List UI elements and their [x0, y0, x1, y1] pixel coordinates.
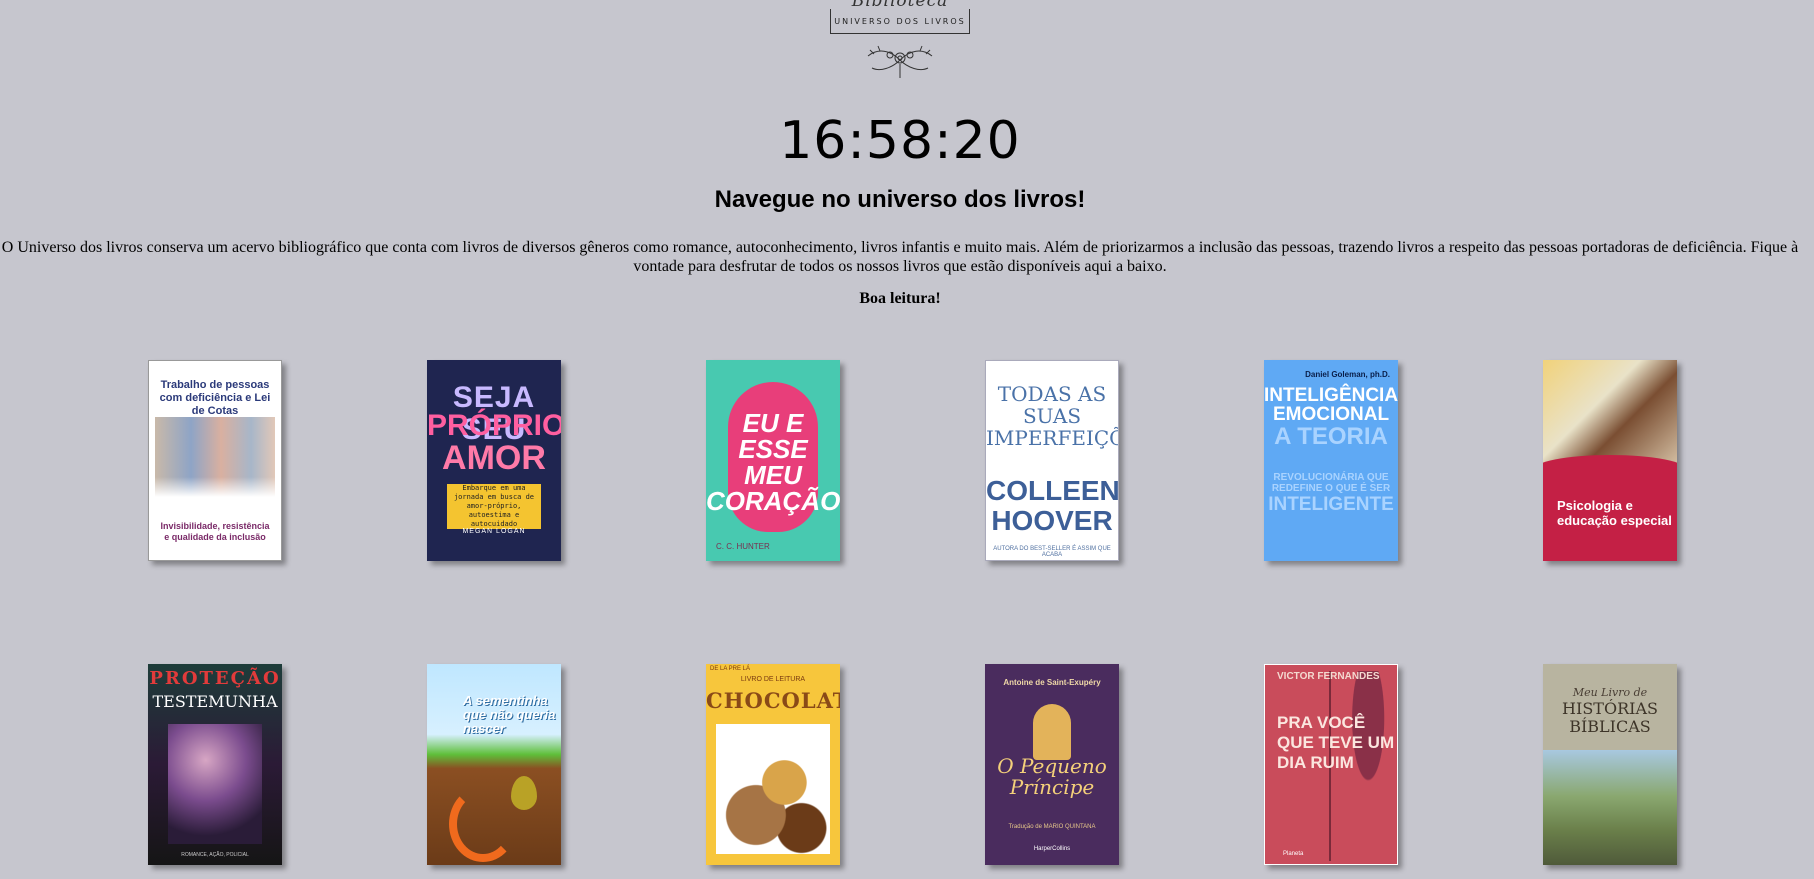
- book-cover-eu-e-esse-meu-coracao[interactable]: EU E ESSE MEU CORAÇÃO C. C. HUNTER: [706, 360, 840, 561]
- book-cover-inteligencia-emocional[interactable]: Daniel Goleman, ph.D. INTELIGÊNCIA EMOCI…: [1264, 360, 1398, 561]
- book-cover-pra-voce-que-teve-um-dia-ruim[interactable]: VICTOR FERNANDES PRA VOCÊ QUE TEVE UM DI…: [1264, 664, 1398, 865]
- book-title-a: PROTEÇÃO: [149, 668, 281, 689]
- book-title: CHOCOLATE: [706, 688, 840, 713]
- book-subtitle: Invisibilidade, resistência e qualidade …: [160, 521, 270, 542]
- book-series: DE LA PRE LÁ: [710, 666, 751, 672]
- book-title-c: AMOR: [442, 439, 546, 477]
- little-prince-icon: [1033, 704, 1071, 760]
- logo-subtitle: UNIVERSO DOS LIVROS: [830, 9, 970, 34]
- book-cover-image: [155, 417, 275, 497]
- book-cover-image: [168, 724, 262, 844]
- book-title-d: INTELIGENTE: [1268, 494, 1394, 515]
- book-cover-psicologia-educacao-especial[interactable]: Psicologia e educação especial: [1543, 360, 1677, 561]
- book-title-c: REVOLUCIONÁRIA QUE REDEFINE O QUE É SER: [1271, 472, 1391, 494]
- book-author: C. C. HUNTER: [716, 542, 770, 551]
- seed-icon: [511, 776, 537, 810]
- book-cover-trabalho-pessoas-deficiencia[interactable]: Trabalho de pessoas com deficiência e Le…: [148, 360, 282, 561]
- book-title-b: TESTEMUNHA: [152, 692, 278, 711]
- book-cover-image: [716, 724, 830, 854]
- book-author: MEGAN LOGAN: [462, 528, 526, 535]
- floral-ornament-icon: [867, 45, 933, 78]
- book-title-b: HISTÓRIAS BÍBLICAS: [1562, 699, 1658, 736]
- book-cover-o-pequeno-principe[interactable]: Antoine de Saint-Exupéry O Pequeno Prínc…: [985, 664, 1119, 865]
- book-cover-historias-biblicas[interactable]: Meu Livro de HISTÓRIAS BÍBLICAS: [1543, 664, 1677, 865]
- book-publisher: Planeta: [1283, 851, 1304, 857]
- book-title-a: INTELIGÊNCIA EMOCIONAL: [1264, 385, 1398, 425]
- page-headline: Navegue no universo dos livros!: [714, 186, 1086, 213]
- book-author: VICTOR FERNANDES: [1277, 671, 1380, 682]
- book-author: Antoine de Saint-Exupéry: [1003, 678, 1101, 687]
- book-title-b: A TEORIA: [1274, 423, 1388, 450]
- book-cover-seja-seu-proprio-amor[interactable]: SEJA SEU PRÓPRIO AMOR Embarque em uma jo…: [427, 360, 561, 561]
- book-author: COLLEEN HOOVER: [986, 475, 1119, 536]
- book-cover-protecao-testemunha[interactable]: PROTEÇÃO TESTEMUNHA ROMANCE, AÇÃO, POLIC…: [148, 664, 282, 865]
- book-note: AUTORA DO BEST-SELLER É ASSIM QUE ACABA: [993, 546, 1111, 558]
- book-cover-image: [1543, 360, 1677, 470]
- intro-paragraph: O Universo dos livros conserva um acervo…: [0, 238, 1806, 276]
- book-author: Daniel Goleman, ph.D.: [1305, 370, 1390, 379]
- book-title-b: PRÓPRIO: [427, 409, 561, 442]
- book-note: ROMANCE, AÇÃO, POLICIAL: [181, 852, 249, 858]
- closing-text: Boa leitura!: [859, 290, 941, 307]
- library-logo[interactable]: Biblioteca UNIVERSO DOS LIVROS: [830, 0, 970, 84]
- book-title: Psicologia e educação especial: [1557, 498, 1672, 528]
- book-cover-todas-as-suas-imperfeicoes[interactable]: TODAS AS SUAS IMPERFEIÇÕES COLLEEN HOOVE…: [985, 360, 1119, 561]
- digital-clock: 16:58:20: [779, 111, 1021, 171]
- book-title: PRA VOCÊ QUE TEVE UM DIA RUIM: [1277, 713, 1395, 772]
- book-title: TODAS AS SUAS IMPERFEIÇÕES: [986, 382, 1118, 450]
- worm-icon: [449, 786, 517, 862]
- book-translator: Tradução de MARIO QUINTANA: [1008, 824, 1096, 830]
- intro-line-1: O Universo dos livros conserva um acervo…: [1, 239, 1799, 256]
- book-cover-image: [1543, 750, 1677, 865]
- book-tagline: Embarque em uma jornada em busca de amor…: [447, 484, 541, 529]
- book-label: LIVRO DE LEITURA: [740, 676, 806, 683]
- book-title: A sementinha que não queria nascer: [463, 693, 556, 736]
- page: Biblioteca UNIVERSO DOS LIVROS 16:58:20 …: [0, 0, 1814, 879]
- book-title: Trabalho de pessoas com deficiência e Le…: [159, 379, 271, 417]
- book-publisher: HarperCollins: [1033, 846, 1071, 852]
- intro-line-2: vontade para desfrutar de todos os nosso…: [633, 258, 1167, 275]
- book-cover-a-sementinha[interactable]: A sementinha que não queria nascer: [427, 664, 561, 865]
- book-title: EU E ESSE MEU CORAÇÃO: [706, 408, 840, 516]
- cover-wave-shape: [1543, 455, 1677, 485]
- book-title: O Pequeno Príncipe: [997, 754, 1107, 799]
- book-title-a: Meu Livro de: [1572, 686, 1648, 699]
- book-cover-chocolate[interactable]: DE LA PRE LÁ LIVRO DE LEITURA CHOCOLATE: [706, 664, 840, 865]
